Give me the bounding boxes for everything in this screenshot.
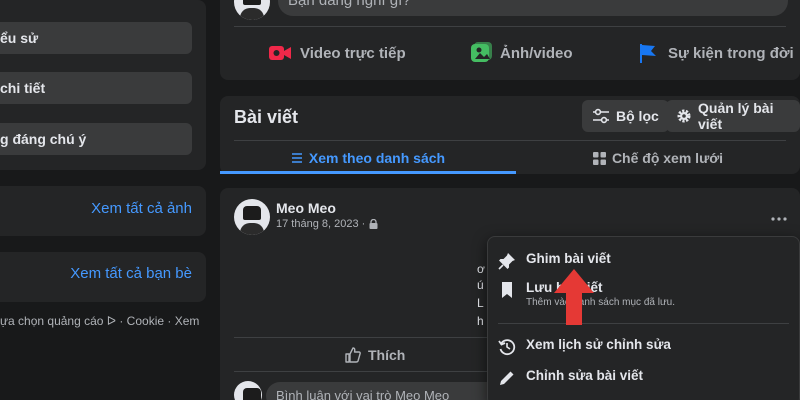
menu-divider: [498, 323, 789, 324]
menu-label-history: Xem lịch sử chỉnh sửa: [526, 337, 671, 352]
left-menu-item-bio[interactable]: ểu sử: [0, 22, 192, 54]
footer-links[interactable]: ựa chọn quảng cáo ᐅ · Cookie · Xem: [0, 314, 199, 328]
comment-input[interactable]: Bình luận với vai trò Meo Meo: [266, 382, 516, 400]
grid-icon: [592, 151, 606, 165]
red-arrow-annotation: [553, 268, 595, 326]
flag-icon: [638, 42, 660, 64]
post-meta: 17 tháng 8, 2023 ·: [276, 218, 378, 230]
left-menu-item-details[interactable]: chi tiết: [0, 72, 192, 104]
menu-item-edit-history[interactable]: Xem lịch sử chỉnh sửa: [498, 337, 671, 356]
tab-list-view[interactable]: Xem theo danh sách: [220, 142, 516, 174]
pencil-icon: [498, 369, 516, 387]
bookmark-icon: [498, 281, 516, 299]
menu-label-save: Lưu bài viết: [526, 280, 603, 295]
filter-button[interactable]: Bộ lọc: [582, 100, 669, 132]
manage-posts-button[interactable]: Quản lý bài viết: [666, 100, 800, 132]
menu-item-edit-post[interactable]: Chỉnh sửa bài viết: [498, 368, 643, 387]
history-icon: [498, 338, 516, 356]
lock-icon: [369, 219, 378, 229]
menu-sub-save: Thêm vào danh sách mục đã lưu.: [526, 297, 675, 308]
left-menu-item-featured[interactable]: g đáng chú ý: [0, 123, 192, 155]
posts-title: Bài viết: [234, 107, 299, 127]
composer-input[interactable]: Bạn đang nghĩ gì?: [278, 0, 788, 16]
see-all-photos-link[interactable]: Xem tất cả ảnh: [91, 200, 192, 217]
post-author-avatar[interactable]: [234, 199, 270, 235]
menu-label-pin: Ghim bài viết: [526, 251, 611, 266]
friends-card: Xem tất cả bạn bè: [0, 252, 206, 302]
comment-avatar[interactable]: [234, 381, 262, 400]
live-video-button[interactable]: Video trực tiếp: [268, 38, 406, 68]
posts-header-card: Bài viết Bộ lọc Quản lý bài viết Xem the…: [220, 96, 800, 174]
like-button[interactable]: Thích: [344, 346, 405, 364]
posts-header-divider: [234, 140, 786, 141]
gear-icon: [676, 108, 692, 124]
photo-icon: [470, 42, 492, 64]
thumbs-up-icon: [344, 346, 362, 364]
see-all-friends-link[interactable]: Xem tất cả bạn bè: [70, 265, 192, 282]
tab-active-underline: [220, 171, 516, 174]
photo-video-button[interactable]: Ảnh/video: [470, 38, 573, 68]
list-icon: [291, 152, 303, 164]
post-body: ơ ú L h: [477, 262, 485, 328]
tab-grid-view[interactable]: Chế độ xem lưới: [516, 142, 800, 174]
post-author-name[interactable]: Meo Meo: [276, 200, 336, 216]
composer-card: Bạn đang nghĩ gì? Video trực tiếp Ảnh/vi…: [220, 0, 800, 80]
life-event-button[interactable]: Sự kiện trong đời: [638, 38, 794, 68]
composer-divider: [234, 26, 786, 27]
live-video-icon: [268, 43, 292, 63]
photos-card: Xem tất cả ảnh: [0, 186, 206, 236]
composer-avatar[interactable]: [234, 0, 270, 20]
menu-label-edit: Chỉnh sửa bài viết: [526, 368, 644, 383]
filter-sliders-icon: [592, 108, 610, 124]
post-options-menu: Ghim bài viết Lưu bài viết Thêm vào danh…: [487, 236, 800, 400]
post-date[interactable]: 17 tháng 8, 2023 ·: [276, 218, 365, 230]
more-dots-icon: [771, 217, 787, 221]
pin-icon: [498, 252, 516, 270]
post-options-button[interactable]: [771, 208, 787, 226]
